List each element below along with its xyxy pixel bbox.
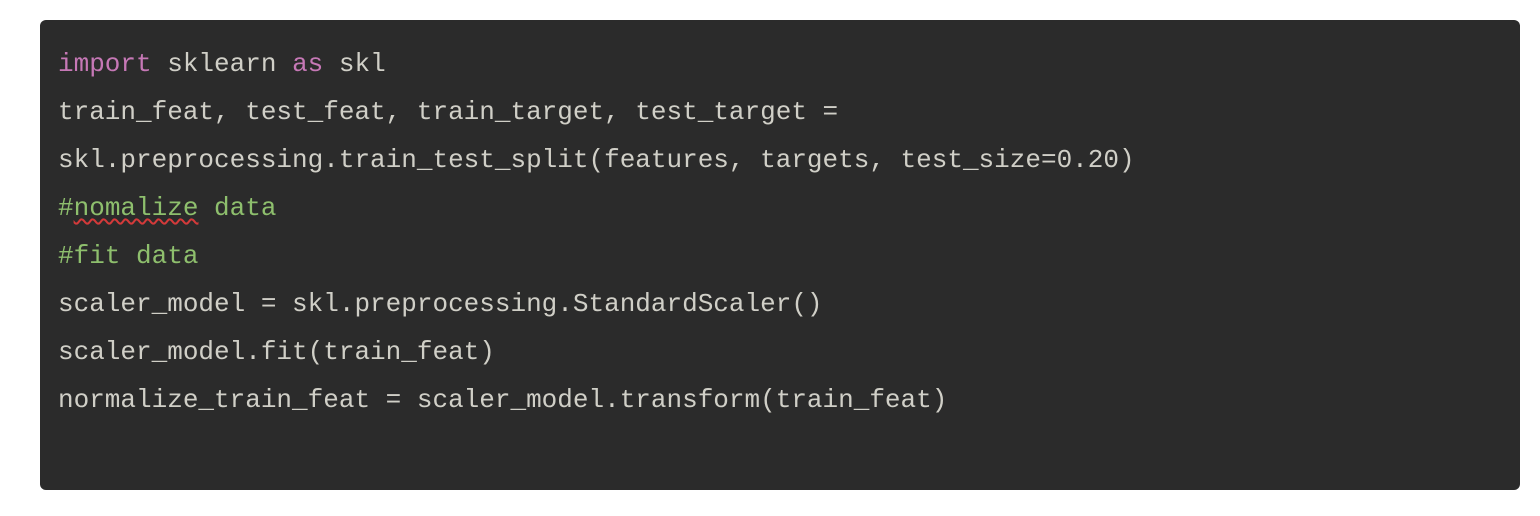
module-name: sklearn: [152, 49, 292, 79]
code-line-5-comment: #fit data: [58, 241, 198, 271]
module-alias: skl: [323, 49, 385, 79]
spellcheck-squiggle: nomalize: [74, 193, 199, 223]
comment-rest: data: [198, 193, 276, 223]
code-line-3: skl.preprocessing.train_test_split(featu…: [58, 145, 1135, 175]
keyword-as: as: [292, 49, 323, 79]
code-line-2: train_feat, test_feat, train_target, tes…: [58, 97, 854, 127]
keyword-import: import: [58, 49, 152, 79]
code-line-6: scaler_model = skl.preprocessing.Standar…: [58, 289, 823, 319]
code-editor[interactable]: import sklearn as skl train_feat, test_f…: [40, 20, 1520, 490]
code-line-4-comment: #nomalize data: [58, 193, 276, 223]
code-line-8: normalize_train_feat = scaler_model.tran…: [58, 385, 947, 415]
code-line-1: import sklearn as skl: [58, 49, 386, 79]
comment-hash: #: [58, 193, 74, 223]
code-line-7: scaler_model.fit(train_feat): [58, 337, 495, 367]
